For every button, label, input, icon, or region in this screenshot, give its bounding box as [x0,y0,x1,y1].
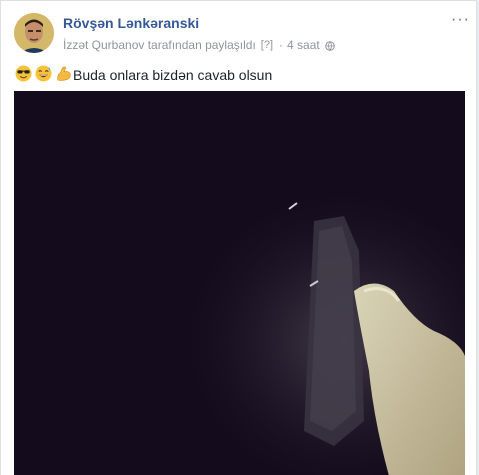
post-card: Rövşən Lənkəranski İzzət Qurbanov tarafı… [0,0,477,475]
author-avatar[interactable] [14,13,54,53]
post-meta: İzzət Qurbanov tarafından paylaşıldı [?]… [63,38,335,52]
grinning-sweat-emoji [35,65,52,82]
flexed-biceps-emoji [57,66,71,81]
globe-icon[interactable] [324,40,335,51]
post-caption: Buda onlara bizdən cavab olsun [73,67,273,83]
sunglasses-face-emoji [15,65,32,82]
meta-separator: · [279,38,284,52]
caption-emojis [15,65,72,82]
shared-info-marker[interactable]: [?] [261,39,273,51]
video-frame [14,91,465,475]
shared-by-text[interactable]: İzzət Qurbanov tarafından paylaşıldı [63,38,256,52]
post-timestamp[interactable]: 4 saat [287,38,320,52]
video-player[interactable] [14,91,465,475]
author-name-link[interactable]: Rövşən Lənkəranski [63,15,199,31]
avatar-photo [14,13,54,53]
more-options-icon[interactable]: ··· [451,12,470,28]
